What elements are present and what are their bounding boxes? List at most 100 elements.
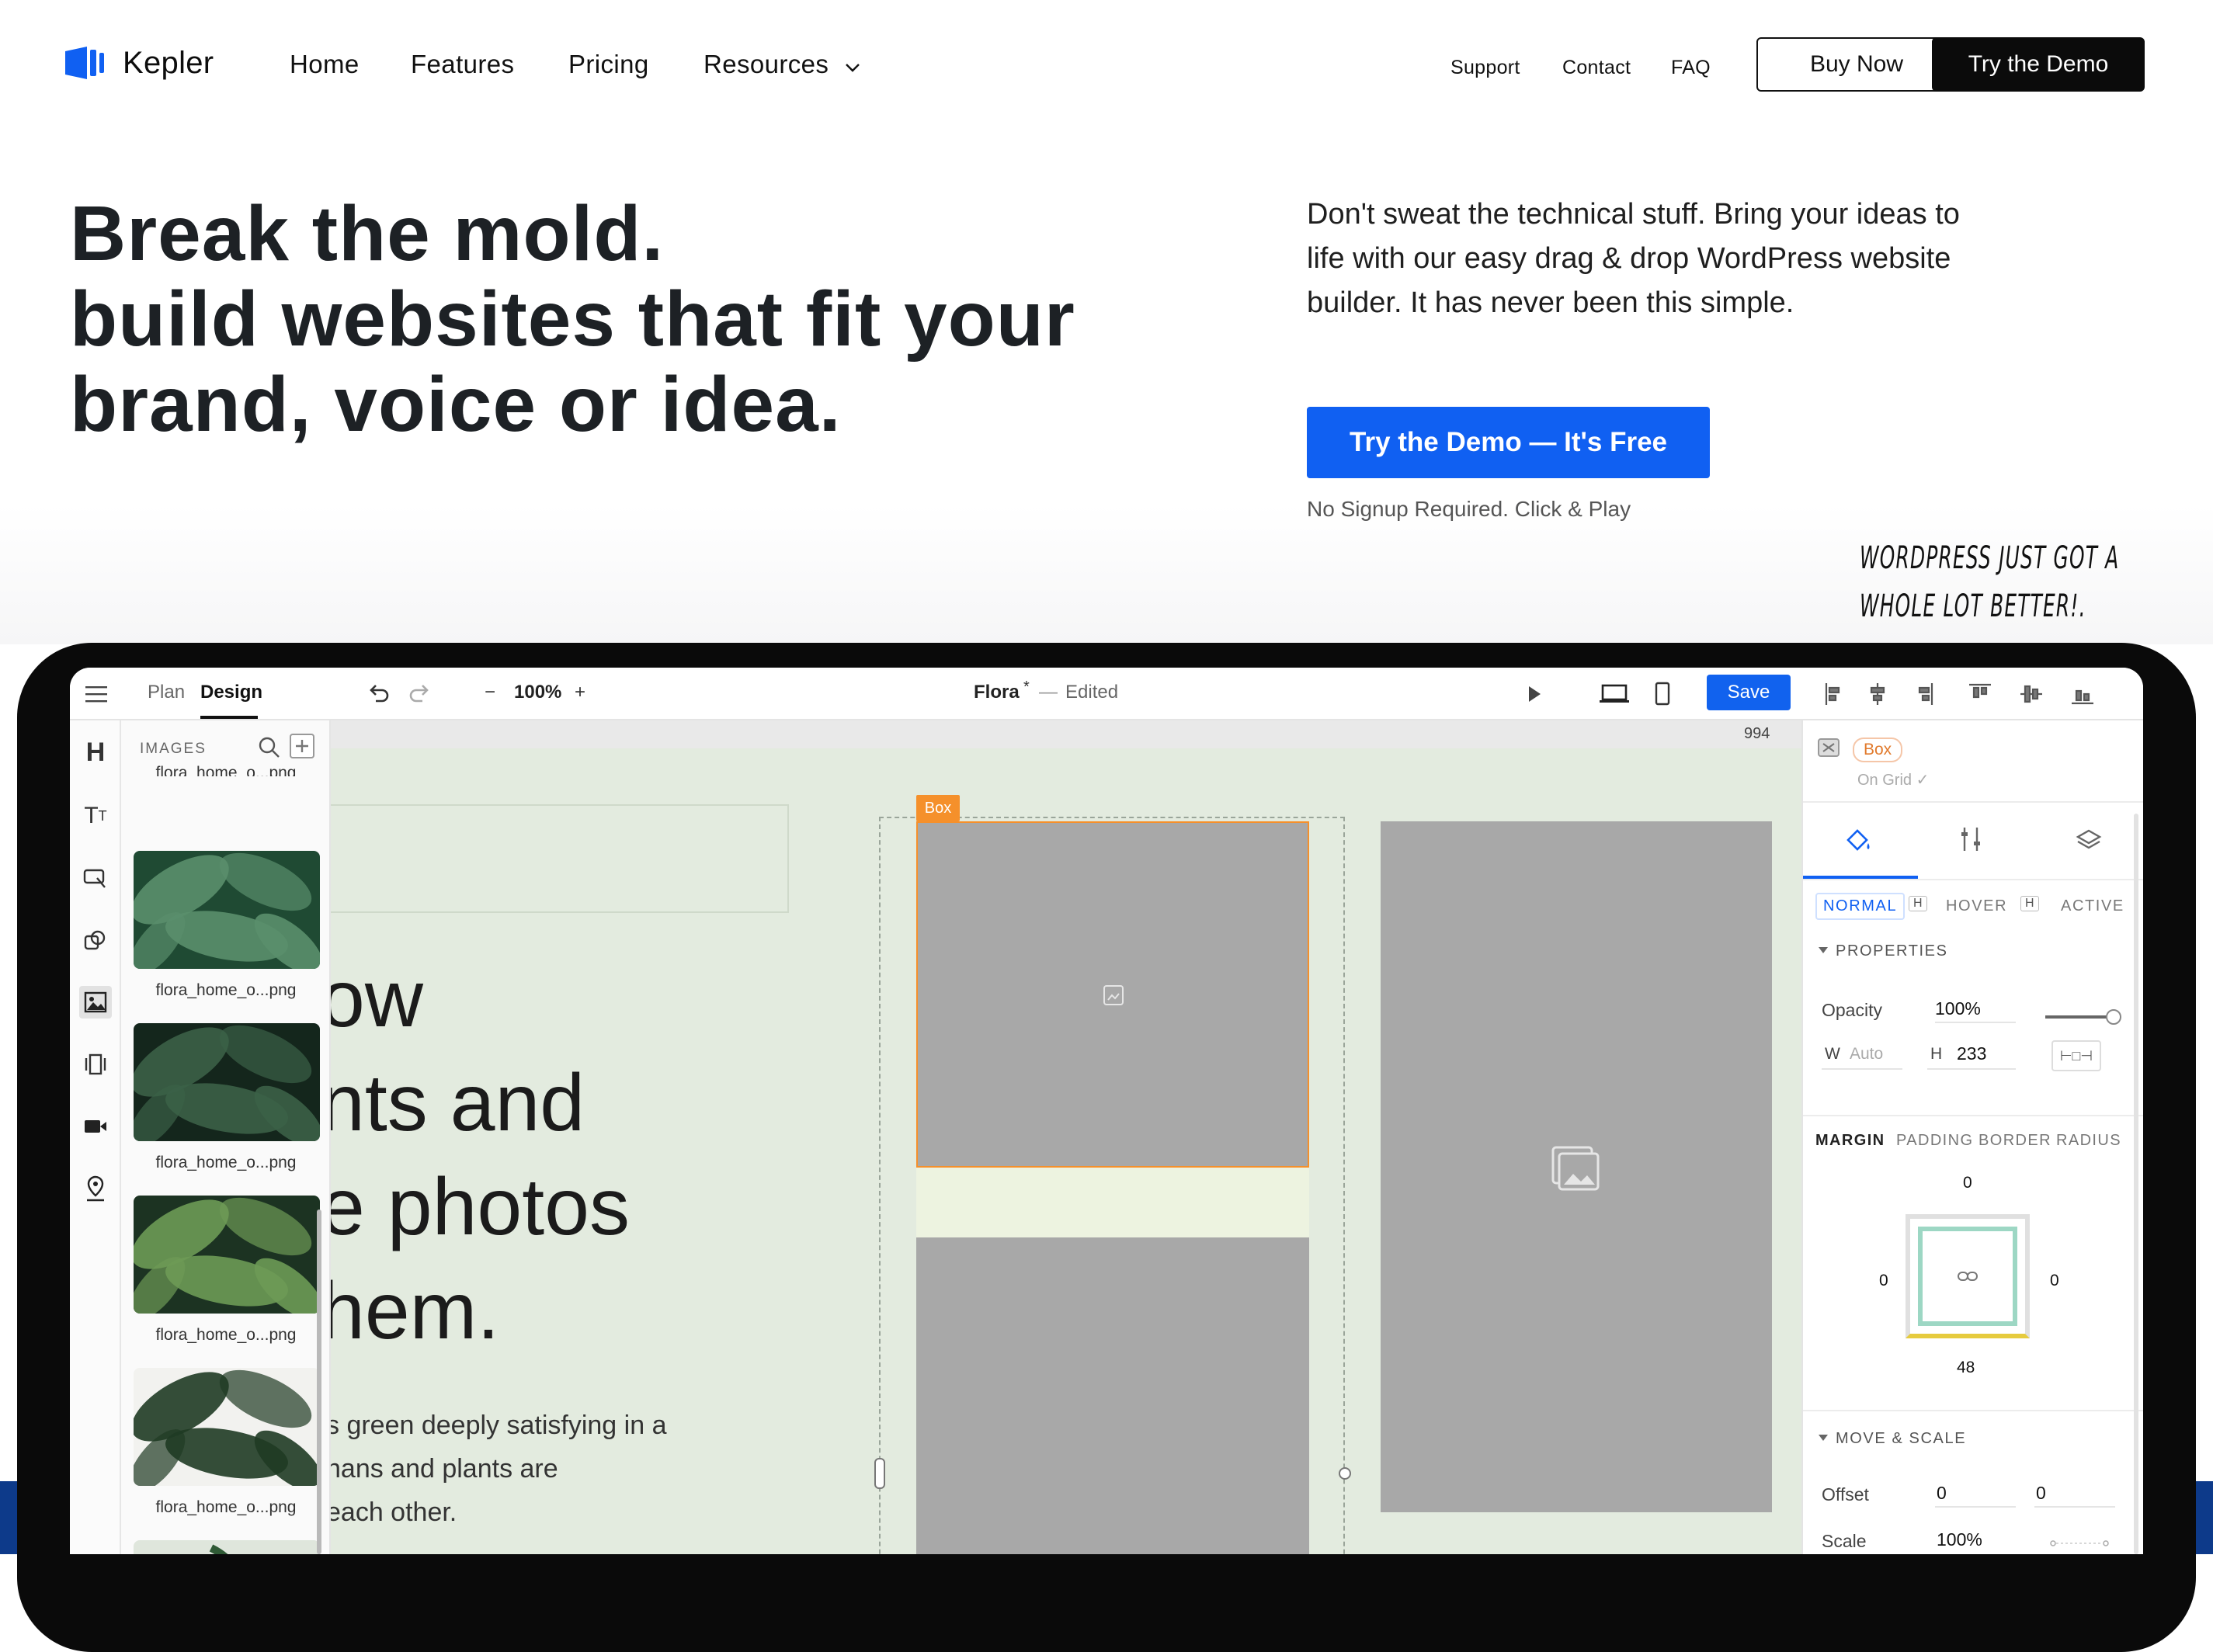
- align-left-icon: [1825, 683, 1840, 705]
- state-active[interactable]: ACTIVE: [2061, 897, 2124, 915]
- opacity-slider-fill: [2045, 1015, 2114, 1019]
- image-box-lower[interactable]: [916, 1237, 1309, 1554]
- height-value[interactable]: 233: [1957, 1043, 1986, 1064]
- gallery-icon[interactable]: [79, 1048, 112, 1081]
- redo-icon[interactable]: [408, 683, 430, 703]
- scale-value[interactable]: 100%: [1937, 1529, 1982, 1550]
- button-element-icon[interactable]: [79, 862, 112, 894]
- margin-bottom-value[interactable]: 48: [1957, 1359, 1975, 1377]
- map-pin-icon[interactable]: [79, 1172, 112, 1205]
- image-icon[interactable]: [79, 986, 112, 1019]
- opacity-value[interactable]: 100%: [1935, 998, 1981, 1019]
- undo-icon[interactable]: [368, 683, 390, 703]
- panel-scrollbar[interactable]: [2134, 814, 2138, 1554]
- text-icon[interactable]: TT: [79, 800, 112, 832]
- nav-support[interactable]: Support: [1450, 57, 1520, 79]
- ruler-value: 994: [1744, 725, 1770, 742]
- element-rail: H TT: [70, 720, 121, 1554]
- save-button[interactable]: Save: [1707, 675, 1791, 710]
- selected-image-box[interactable]: [916, 821, 1309, 1168]
- nav-home[interactable]: Home: [290, 50, 360, 79]
- nav-features[interactable]: Features: [411, 50, 514, 79]
- width-value[interactable]: Auto: [1850, 1045, 1883, 1064]
- caret-down-icon[interactable]: [1817, 946, 1829, 955]
- heading-icon[interactable]: H: [79, 736, 112, 769]
- horizontal-ruler: 994: [331, 720, 1871, 748]
- sliders-icon[interactable]: [1958, 826, 1983, 852]
- state-hover[interactable]: HOVER: [1946, 897, 2007, 915]
- image-placeholder-icon: [1103, 985, 1124, 1005]
- panel-scrollbar[interactable]: [317, 1210, 321, 1554]
- caret-down-icon[interactable]: [1817, 1433, 1829, 1442]
- nav-faq[interactable]: FAQ: [1671, 57, 1711, 79]
- canvas-heading-line[interactable]: ow: [331, 947, 423, 1051]
- opacity-slider[interactable]: [2045, 1009, 2121, 1025]
- scale-handles-icon[interactable]: [2048, 1536, 2111, 1551]
- opacity-slider-knob[interactable]: [2106, 1009, 2121, 1025]
- images-panel-title: IMAGES: [140, 741, 207, 757]
- resize-handle-right[interactable]: [1339, 1467, 1351, 1480]
- handwritten-line: WORDPRESS JUST GOT A: [1860, 540, 2120, 576]
- offset-y-value[interactable]: 0: [2036, 1483, 2046, 1504]
- site-header: Kepler Home Features Pricing Resources S…: [0, 0, 2213, 132]
- shapes-icon[interactable]: [79, 924, 112, 956]
- buy-now-button[interactable]: Buy Now: [1756, 37, 1957, 92]
- tab-plan[interactable]: Plan: [148, 682, 185, 703]
- hero-title-line: brand, voice or idea.: [70, 361, 842, 448]
- play-icon[interactable]: [1527, 685, 1542, 703]
- add-image-icon[interactable]: [289, 733, 315, 759]
- image-thumbnail[interactable]: [134, 851, 320, 969]
- canvas-box-outline[interactable]: [331, 804, 789, 913]
- constrain-size-icon[interactable]: ⊢□⊣: [2051, 1040, 2101, 1071]
- input-underline: [1822, 1068, 1902, 1070]
- canvas-body-text[interactable]: s green deeply satisfying in a nans and …: [331, 1404, 666, 1534]
- canvas-body-line: s green deeply satisfying in a: [331, 1411, 667, 1440]
- margin-left-value[interactable]: 0: [1879, 1272, 1888, 1290]
- design-canvas[interactable]: 994 ow nts and e photos hem. s green dee…: [331, 720, 1871, 1554]
- image-label: flora_home_o...png: [155, 1154, 297, 1171]
- image-box-tall[interactable]: [1381, 821, 1772, 1512]
- hero-demo-button[interactable]: Try the Demo — It's Free: [1307, 407, 1710, 478]
- video-icon[interactable]: [79, 1110, 112, 1143]
- status-dash: —: [1039, 682, 1058, 703]
- canvas-heading-line[interactable]: hem.: [331, 1259, 499, 1363]
- tab-underline: [200, 716, 258, 719]
- image-thumbnail[interactable]: [134, 1368, 320, 1486]
- align-center-h-icon: [1870, 683, 1885, 705]
- canvas-heading-line[interactable]: nts and: [331, 1051, 585, 1155]
- menu-icon[interactable]: [85, 685, 109, 703]
- link-icon[interactable]: [1957, 1270, 1978, 1282]
- handwritten-callout: WORDPRESS JUST GOT A WHOLE LOT BETTER!.: [1860, 534, 2120, 630]
- mobile-icon[interactable]: [1654, 682, 1671, 706]
- input-underline: [1935, 1506, 2016, 1508]
- offset-x-value[interactable]: 0: [1937, 1483, 1947, 1504]
- image-thumbnail-partial[interactable]: [134, 1540, 320, 1554]
- state-normal[interactable]: NORMAL: [1815, 893, 1906, 920]
- tab-padding[interactable]: PADDING: [1896, 1132, 1973, 1150]
- nav-resources[interactable]: Resources: [704, 50, 861, 79]
- image-thumbnail[interactable]: [134, 1196, 320, 1314]
- hero-title-line: Break the mold.: [70, 190, 665, 277]
- laptop-icon[interactable]: [1600, 683, 1629, 705]
- brand-logo[interactable]: Kepler: [64, 45, 214, 81]
- tab-radius[interactable]: RADIUS: [2056, 1132, 2121, 1150]
- search-icon[interactable]: [258, 736, 281, 759]
- nav-contact[interactable]: Contact: [1562, 57, 1631, 79]
- canvas-heading-line[interactable]: e photos: [331, 1155, 630, 1259]
- try-demo-button[interactable]: Try the Demo: [1932, 37, 2145, 92]
- paint-bucket-icon[interactable]: [1843, 826, 1874, 854]
- nav-pricing[interactable]: Pricing: [568, 50, 649, 79]
- align-right-icon: [1918, 683, 1933, 705]
- element-type-badge: Box: [1853, 738, 1903, 762]
- tab-design[interactable]: Design: [200, 682, 262, 703]
- layers-icon[interactable]: [2075, 828, 2103, 852]
- tab-border[interactable]: BORDER: [1978, 1132, 2051, 1150]
- margin-top-value[interactable]: 0: [1963, 1174, 1972, 1192]
- image-thumbnail[interactable]: [134, 1023, 320, 1141]
- resize-handle-left[interactable]: [874, 1458, 885, 1489]
- zoom-out-button[interactable]: −: [485, 682, 495, 703]
- tab-margin[interactable]: MARGIN: [1815, 1132, 1885, 1150]
- margin-right-value[interactable]: 0: [2050, 1272, 2059, 1290]
- align-center-v-icon: [2020, 685, 2042, 703]
- zoom-in-button[interactable]: +: [575, 682, 585, 703]
